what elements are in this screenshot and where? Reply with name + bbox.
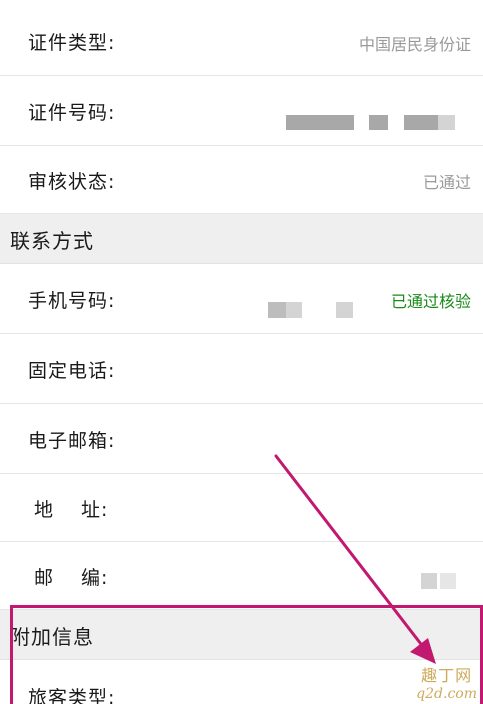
id-type-row[interactable]: 证件类型: 中国居民身份证	[0, 0, 483, 76]
mobile-row[interactable]: 手机号码: 已通过核验	[0, 264, 483, 334]
review-status-value: 已通过	[422, 173, 471, 192]
id-number-row[interactable]: 证件号码:	[0, 76, 483, 146]
landline-row[interactable]: 固定电话:	[0, 334, 483, 404]
mobile-verified-status: 已通过核验	[390, 292, 471, 311]
landline-label: 固定电话:	[28, 360, 116, 382]
mobile-masked-part-1	[268, 302, 286, 318]
contact-section-header: 联系方式	[0, 214, 483, 264]
id-number-label: 证件号码:	[28, 102, 116, 124]
address-label: 地 址:	[34, 499, 109, 521]
postcode-masked-part-2	[440, 573, 456, 589]
id-number-masked-part-3	[404, 115, 438, 130]
review-status-label: 审核状态:	[28, 171, 116, 193]
postcode-label: 邮 编:	[34, 567, 109, 589]
id-type-label: 证件类型:	[28, 32, 116, 54]
passenger-type-row[interactable]: 旅客类型:	[0, 660, 483, 704]
postcode-row[interactable]: 邮 编:	[0, 542, 483, 610]
review-status-row: 审核状态: 已通过	[0, 146, 483, 214]
passenger-info-screen: 证件类型: 中国居民身份证 证件号码: 审核状态: 已通过 联系方式 手机号码:…	[0, 0, 483, 704]
postcode-masked-part-1	[421, 573, 437, 589]
passenger-type-label: 旅客类型:	[28, 687, 116, 704]
address-row[interactable]: 地 址:	[0, 474, 483, 542]
additional-info-section-header: 附加信息	[0, 610, 483, 660]
watermark-brand: 趣丁网	[421, 666, 473, 685]
id-number-masked-part-1	[286, 115, 354, 130]
mobile-masked-part-2	[286, 302, 302, 318]
email-label: 电子邮箱:	[28, 430, 116, 452]
email-row[interactable]: 电子邮箱:	[0, 404, 483, 474]
id-number-masked-part-2	[369, 115, 388, 130]
watermark-domain: q2d.com	[416, 686, 477, 702]
contact-section-title: 联系方式	[10, 229, 94, 253]
mobile-label: 手机号码:	[28, 290, 116, 312]
id-type-value: 中国居民身份证	[358, 35, 471, 54]
mobile-masked-part-3	[336, 302, 353, 318]
site-watermark: 趣丁网 q2d.com	[416, 662, 477, 702]
additional-info-section-title: 附加信息	[10, 625, 94, 649]
id-number-masked-part-4	[438, 115, 455, 130]
